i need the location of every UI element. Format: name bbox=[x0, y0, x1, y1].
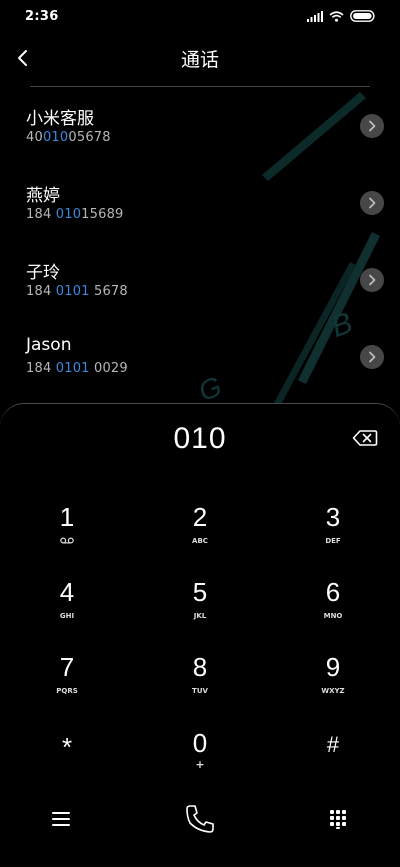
number-match: 010 bbox=[55, 207, 82, 222]
chevron-right-icon bbox=[369, 274, 376, 286]
contact-number: 4001005678 bbox=[26, 130, 111, 145]
key-star[interactable]: * bbox=[2, 720, 132, 786]
page-title: 通话 bbox=[180, 49, 219, 71]
header: 通话 bbox=[0, 36, 400, 80]
key-letters: GHI bbox=[59, 612, 75, 620]
dialer-panel: 010 1 2 ABC 3 DEF 4 GHI 5 JKL 6 MNO 7 PQ… bbox=[0, 403, 400, 867]
header-divider bbox=[30, 86, 370, 87]
contact-detail-button[interactable] bbox=[360, 345, 384, 369]
phone-icon bbox=[186, 805, 214, 833]
number-suffix: 15689 bbox=[81, 207, 124, 222]
key-digit: * bbox=[61, 732, 73, 762]
key-letters: + bbox=[195, 758, 205, 771]
key-hash[interactable]: # bbox=[268, 720, 398, 786]
keypad-toggle-button[interactable] bbox=[308, 789, 368, 849]
voicemail-icon bbox=[2, 537, 132, 546]
menu-icon bbox=[52, 812, 70, 826]
contact-item[interactable]: 子玲 184 0101 5678 bbox=[0, 244, 400, 321]
key-digit: # bbox=[326, 732, 340, 757]
number-suffix: 5678 bbox=[89, 284, 128, 299]
key-letters: JKL bbox=[193, 612, 207, 620]
number-match: 010 bbox=[42, 130, 69, 145]
contact-item[interactable]: 燕婷 184 01015689 bbox=[0, 167, 400, 244]
key-8[interactable]: 8 TUV bbox=[135, 644, 265, 710]
key-digit: 4 bbox=[59, 577, 75, 607]
key-2[interactable]: 2 ABC bbox=[135, 494, 265, 560]
key-3[interactable]: 3 DEF bbox=[268, 494, 398, 560]
chevron-right-icon bbox=[369, 351, 376, 363]
status-time: 2:36 bbox=[25, 9, 59, 24]
contact-item[interactable]: Jason 184 0101 0029 bbox=[0, 321, 400, 398]
backspace-icon bbox=[352, 430, 378, 446]
number-suffix: 05678 bbox=[68, 130, 111, 145]
call-button[interactable] bbox=[170, 789, 230, 849]
contact-detail-button[interactable] bbox=[360, 114, 384, 138]
signal-icon bbox=[307, 10, 323, 22]
key-6[interactable]: 6 MNO bbox=[268, 569, 398, 635]
chevron-right-icon bbox=[369, 197, 376, 209]
contact-number: 184 01015689 bbox=[26, 207, 124, 222]
number-prefix: 184 bbox=[26, 361, 56, 376]
number-prefix: 40 bbox=[26, 130, 43, 145]
key-letters: MNO bbox=[323, 612, 343, 620]
key-digit: 8 bbox=[192, 652, 208, 682]
menu-button[interactable] bbox=[31, 789, 91, 849]
keypad-icon bbox=[330, 810, 346, 829]
key-digit: 3 bbox=[325, 502, 341, 532]
battery-icon bbox=[350, 10, 375, 22]
key-letters: DEF bbox=[325, 537, 341, 545]
contact-name: Jason bbox=[26, 335, 72, 355]
key-1[interactable]: 1 bbox=[2, 494, 132, 560]
number-prefix: 184 bbox=[26, 207, 56, 222]
key-letters: TUV bbox=[192, 687, 208, 695]
key-9[interactable]: 9 WXYZ bbox=[268, 644, 398, 710]
key-letters: PQRS bbox=[56, 687, 78, 695]
key-digit: 7 bbox=[59, 652, 75, 682]
key-7[interactable]: 7 PQRS bbox=[2, 644, 132, 710]
contact-detail-button[interactable] bbox=[360, 268, 384, 292]
number-match: 0101 bbox=[55, 361, 90, 376]
dialed-number: 010 bbox=[173, 422, 227, 455]
contact-name: 小米客服 bbox=[26, 109, 94, 129]
number-prefix: 184 bbox=[26, 284, 56, 299]
key-digit: 2 bbox=[192, 502, 208, 532]
key-digit: 6 bbox=[325, 577, 341, 607]
wifi-icon bbox=[329, 10, 344, 22]
contact-name: 子玲 bbox=[26, 263, 60, 283]
contact-number: 184 0101 0029 bbox=[26, 361, 128, 376]
number-suffix: 0029 bbox=[89, 361, 128, 376]
key-digit: 9 bbox=[325, 652, 341, 682]
key-0[interactable]: 0 + bbox=[135, 720, 265, 786]
key-letters: ABC bbox=[192, 537, 208, 545]
key-letters: WXYZ bbox=[321, 687, 345, 695]
contact-item[interactable]: 小米客服 4001005678 bbox=[0, 90, 400, 167]
number-match: 0101 bbox=[55, 284, 90, 299]
contact-name: 燕婷 bbox=[26, 186, 60, 206]
contact-detail-button[interactable] bbox=[360, 191, 384, 215]
key-4[interactable]: 4 GHI bbox=[2, 569, 132, 635]
status-icons bbox=[307, 10, 376, 22]
status-bar: 2:36 bbox=[0, 0, 400, 36]
key-5[interactable]: 5 JKL bbox=[135, 569, 265, 635]
contact-list: 小米客服 4001005678 燕婷 184 01015689 子玲 184 0… bbox=[0, 90, 400, 398]
key-digit: 5 bbox=[192, 577, 208, 607]
key-digit: 0 bbox=[192, 728, 208, 758]
backspace-button[interactable] bbox=[352, 428, 378, 448]
contact-number: 184 0101 5678 bbox=[26, 284, 128, 299]
chevron-right-icon bbox=[369, 120, 376, 132]
key-digit: 1 bbox=[59, 502, 75, 532]
dialer-action-bar bbox=[0, 789, 400, 849]
